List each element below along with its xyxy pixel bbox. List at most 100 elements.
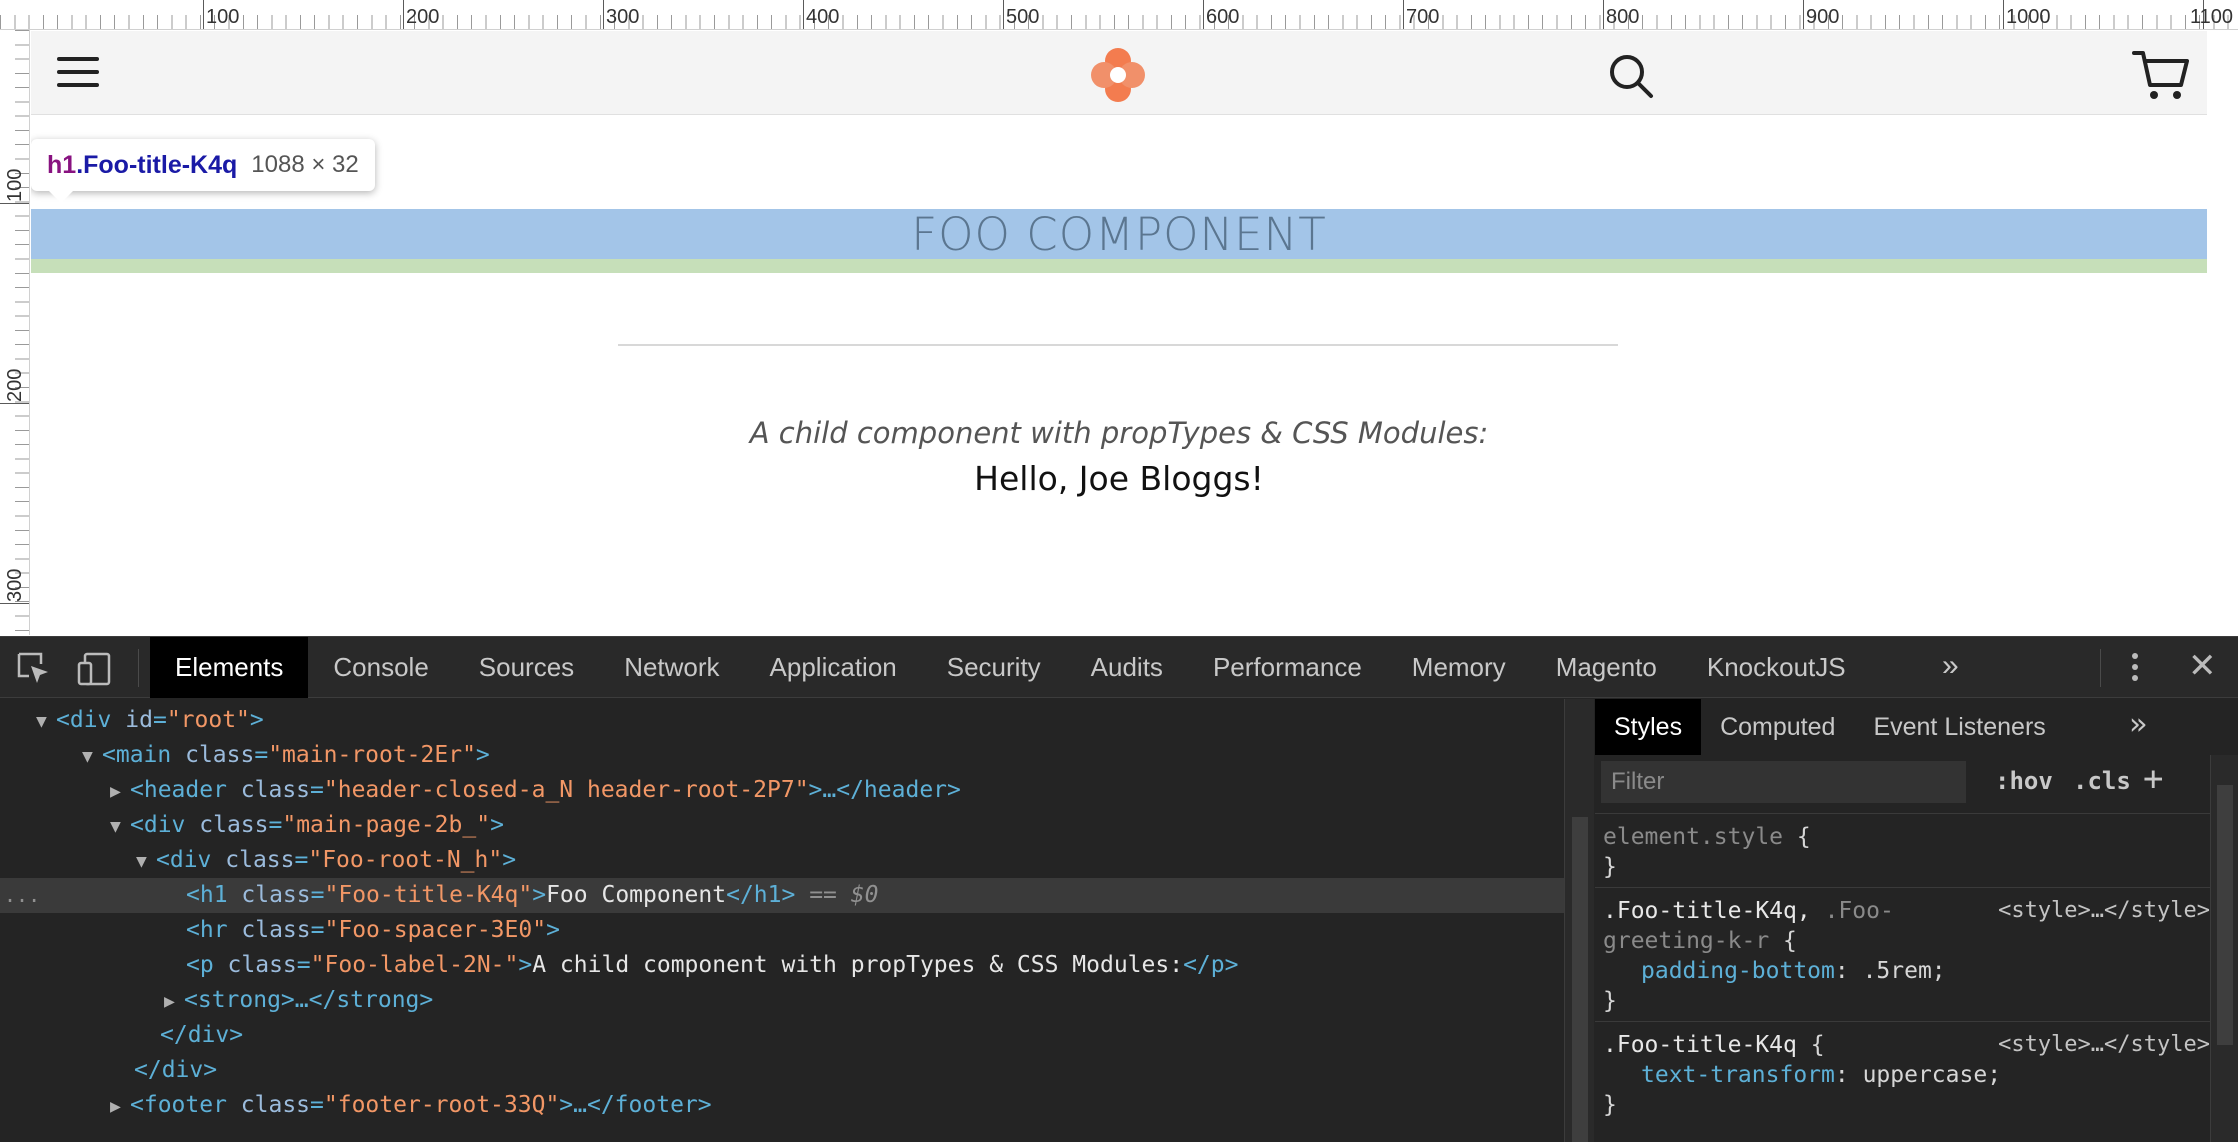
dom-node-strong[interactable]: ▶ <strong>…</strong> — [0, 983, 1564, 1018]
ruler-major-tick — [1603, 0, 1604, 29]
class-toggle[interactable]: .cls — [2073, 767, 2131, 795]
selected-node-marker: == $0 — [809, 882, 879, 908]
tab-magento[interactable]: Magento — [1531, 637, 1682, 698]
scrollbar-thumb[interactable] — [1572, 817, 1588, 1142]
ruler-label: 1000 — [2006, 6, 2051, 28]
tab-security[interactable]: Security — [922, 637, 1066, 698]
dom-node-p[interactable]: <p class="Foo-label-2N-">A child compone… — [0, 948, 1564, 983]
ruler-label: 200 — [4, 368, 26, 402]
rule-source-link[interactable]: <style>…</style> — [1998, 1030, 2210, 1060]
expand-triangle-icon[interactable]: ▶ — [110, 774, 130, 809]
ruler-label: 900 — [1806, 6, 1840, 28]
inspect-element-icon[interactable] — [16, 651, 52, 687]
dom-node-h1-selected[interactable]: ... <h1 class="Foo-title-K4q">Foo Compone… — [0, 878, 1564, 913]
rule-selector: element.style — [1603, 824, 1784, 850]
css-property[interactable]: text-transform — [1641, 1062, 1835, 1088]
style-rule-foo-title-padding[interactable]: <style>…</style> .Foo-title-K4q, .Foo- g… — [1595, 887, 2210, 1024]
more-tabs-button[interactable]: » — [2129, 707, 2147, 742]
expand-triangle-icon[interactable]: ▶ — [110, 1089, 130, 1124]
more-tabs-button[interactable]: » — [1942, 649, 1959, 683]
element-inspect-tooltip: h1.Foo-title-K4q 1088 × 32 — [31, 139, 375, 203]
dom-node-hr[interactable]: <hr class="Foo-spacer-3E0"> — [0, 913, 1564, 948]
dom-node-foo-root[interactable]: ▼ <div class="Foo-root-N_h"> — [0, 843, 1564, 878]
rule-source-link[interactable]: <style>…</style> — [1998, 896, 2210, 926]
page-title: FOO COMPONENT — [911, 208, 1327, 261]
ruler-major-tick — [603, 0, 604, 29]
ruler-major-tick — [2003, 0, 2004, 29]
ruler-major-tick — [203, 0, 204, 29]
page-viewport: h1.Foo-title-K4q 1088 × 32 FOO COMPONENT… — [31, 31, 2207, 635]
app-header — [31, 31, 2207, 115]
tab-styles[interactable]: Styles — [1595, 699, 1702, 755]
tab-application[interactable]: Application — [745, 637, 922, 698]
tab-elements[interactable]: Elements — [150, 637, 309, 698]
tab-knockoutjs[interactable]: KnockoutJS — [1682, 637, 1871, 698]
ruler-ticks — [0, 15, 2238, 29]
ruler-label: 800 — [1606, 6, 1640, 28]
child-label: A child component with propTypes & CSS M… — [749, 416, 1489, 450]
ruler-major-tick — [803, 0, 804, 29]
node-actions-dots[interactable]: ... — [4, 878, 40, 913]
rule-selector: .Foo-title-K4q — [1603, 1032, 1797, 1058]
expand-triangle-icon[interactable]: ▶ — [164, 984, 184, 1019]
highlight-padding-box — [31, 259, 2207, 273]
tab-event-listeners[interactable]: Event Listeners — [1854, 699, 2064, 755]
devtools-tabbar: Elements Console Sources Network Applica… — [0, 637, 2238, 698]
ruler-major-tick — [1403, 0, 1404, 29]
styles-scrollbar[interactable] — [2210, 755, 2238, 1142]
styles-filter-input[interactable] — [1601, 761, 1966, 803]
spacer-rule — [618, 344, 1618, 346]
dom-node-root[interactable]: ▼ <div id="root"> — [0, 703, 1564, 738]
collapse-triangle-icon[interactable]: ▼ — [82, 739, 102, 774]
style-rule-element-style[interactable]: element.style { } — [1595, 813, 2210, 890]
ruler-major-tick — [1203, 0, 1204, 29]
hover-state-toggle[interactable]: :hov — [1995, 767, 2053, 795]
ruler-label: 600 — [1206, 6, 1240, 28]
highlighted-title: FOO COMPONENT — [31, 209, 2207, 273]
elements-scrollbar[interactable] — [1564, 699, 1594, 1142]
dom-node-header[interactable]: ▶ <header class="header-closed-a_N header… — [0, 773, 1564, 808]
collapse-triangle-icon[interactable]: ▼ — [36, 704, 56, 739]
kebab-menu-icon[interactable] — [2130, 653, 2140, 683]
collapse-triangle-icon[interactable]: ▼ — [110, 809, 130, 844]
ruler-label: 300 — [606, 6, 640, 28]
style-rule-foo-title-transform[interactable]: <style>…</style> .Foo-title-K4q { text-t… — [1595, 1021, 2210, 1128]
hamburger-icon[interactable] — [57, 57, 99, 91]
css-property[interactable]: padding-bottom — [1641, 958, 1835, 984]
collapse-triangle-icon[interactable]: ▼ — [136, 844, 156, 879]
logo-icon[interactable] — [1091, 48, 1145, 102]
close-icon[interactable]: ✕ — [2188, 649, 2217, 683]
search-icon[interactable] — [1606, 51, 1656, 101]
tab-audits[interactable]: Audits — [1066, 637, 1188, 698]
toolbar-divider — [2100, 649, 2101, 687]
tooltip-class: .Foo-title-K4q — [76, 150, 238, 179]
greeting-text: Hello, Joe Bloggs! — [974, 459, 1264, 498]
tab-network[interactable]: Network — [599, 637, 744, 698]
new-rule-button[interactable]: + — [2143, 759, 2163, 799]
ruler-label: 400 — [806, 6, 840, 28]
ruler-major-tick — [0, 603, 29, 604]
ruler-label: 300 — [4, 568, 26, 602]
tab-sources[interactable]: Sources — [454, 637, 599, 698]
dom-node-footer[interactable]: ▶ <footer class="footer-root-33Q">…</foot… — [0, 1088, 1564, 1123]
dom-node-close-div[interactable]: </div> — [0, 1018, 1564, 1053]
ruler-top: 100 200 300 400 500 600 700 800 900 1000… — [0, 0, 2238, 30]
tab-memory[interactable]: Memory — [1387, 637, 1531, 698]
dom-node-main-page[interactable]: ▼ <div class="main-page-2b_"> — [0, 808, 1564, 843]
dom-node-close-div[interactable]: </div> — [0, 1053, 1564, 1088]
ruler-label: 500 — [1006, 6, 1040, 28]
css-value[interactable]: : uppercase; — [1835, 1062, 2001, 1088]
tooltip-tag: h1 — [47, 150, 77, 179]
dom-node-main[interactable]: ▼ <main class="main-root-2Er"> — [0, 738, 1564, 773]
tooltip-selector: h1.Foo-title-K4q — [47, 151, 237, 180]
scrollbar-thumb[interactable] — [2217, 785, 2233, 1045]
rule-selector: .Foo-title-K4q, — [1603, 898, 1811, 924]
styles-tabs: Styles Computed Event Listeners — [1595, 699, 2065, 755]
tab-computed[interactable]: Computed — [1701, 699, 1854, 755]
tab-performance[interactable]: Performance — [1188, 637, 1387, 698]
tab-console[interactable]: Console — [308, 637, 453, 698]
css-value[interactable]: : .5rem; — [1835, 958, 1946, 984]
device-toolbar-icon[interactable] — [76, 651, 112, 687]
cart-icon[interactable] — [2131, 47, 2189, 103]
ruler-label: 100 — [206, 6, 240, 28]
